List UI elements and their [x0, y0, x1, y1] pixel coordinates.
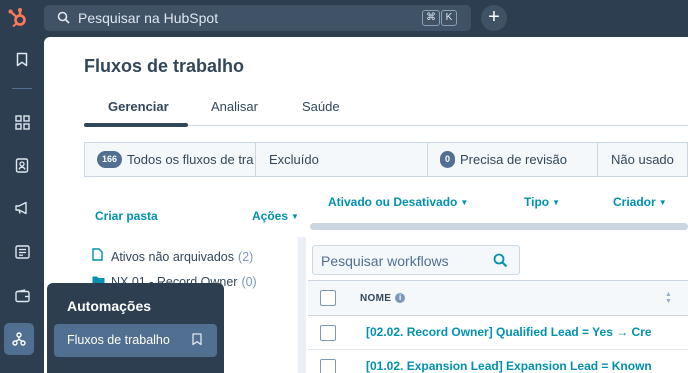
workflow-name-link[interactable]: [01.02. Expansion Lead] Expansion Lead =… — [366, 359, 652, 373]
folder-name: Ativos não arquivados — [111, 250, 234, 264]
horizontal-scrollbar[interactable] — [310, 223, 688, 230]
status-filter-dropdown[interactable]: Ativado ou Desativado ▼ — [328, 195, 468, 209]
bookmark-icon[interactable] — [10, 47, 34, 71]
global-search-placeholder: Pesquisar na HubSpot — [78, 10, 219, 26]
grid-icon[interactable] — [10, 110, 34, 134]
flyout-item-workflows[interactable]: Fluxos de trabalho — [54, 324, 217, 357]
bookmark-icon[interactable] — [192, 333, 202, 351]
document-icon — [92, 248, 106, 264]
type-filter-dropdown[interactable]: Tipo ▼ — [524, 195, 560, 209]
page-title: Fluxos de trabalho — [84, 56, 245, 76]
automations-flyout-menu: Automações Fluxos de trabalho — [47, 283, 224, 373]
view-label: Não usado — [611, 152, 674, 167]
search-icon[interactable] — [493, 253, 508, 271]
actions-label: Ações — [252, 209, 289, 223]
left-navigation-rail — [0, 37, 44, 373]
rail-divider — [12, 88, 32, 89]
contacts-icon[interactable] — [10, 153, 34, 177]
count-badge: 166 — [97, 151, 123, 168]
table-row: [02.02. Record Owner] Qualified Lead = Y… — [308, 316, 688, 350]
flyout-heading: Automações — [67, 298, 152, 314]
view-label: Precisa de revisão — [460, 152, 567, 167]
status-filter-label: Ativado ou Desativado — [328, 195, 458, 209]
caret-down-icon: ▼ — [291, 212, 299, 222]
caret-down-icon: ▼ — [460, 198, 469, 208]
view-filter-bar: 166 Todos os fluxos de tra Excluído 0 Pr… — [84, 142, 688, 177]
create-folder-button[interactable]: Criar pasta — [95, 209, 158, 223]
folder-count: (2) — [238, 250, 254, 264]
tab-analisar[interactable]: Analisar — [211, 99, 258, 114]
tab-saude[interactable]: Saúde — [302, 99, 340, 114]
wallet-icon[interactable] — [10, 284, 34, 308]
create-new-button[interactable]: + — [481, 5, 507, 31]
row-checkbox[interactable] — [320, 359, 336, 373]
caret-down-icon: ▼ — [552, 198, 561, 208]
info-icon[interactable]: i — [395, 293, 406, 304]
megaphone-icon[interactable] — [10, 196, 34, 220]
tab-gerenciar[interactable]: Gerenciar — [108, 99, 169, 114]
sort-icon[interactable]: ▲ ▼ — [665, 291, 672, 305]
view-needs-review[interactable]: 0 Precisa de revisão — [428, 143, 598, 176]
select-all-checkbox[interactable] — [320, 290, 336, 306]
table-header: NOME i ▲ ▼ — [308, 280, 688, 316]
workflow-search-input[interactable]: Pesquisar workflows — [312, 245, 520, 275]
type-filter-label: Tipo — [524, 195, 550, 209]
view-all-workflows[interactable]: 166 Todos os fluxos de tra — [85, 143, 256, 176]
active-tab-indicator — [84, 123, 188, 127]
top-nav-bar: Pesquisar na HubSpot ⌘ K + — [0, 0, 688, 37]
search-icon — [57, 11, 70, 27]
folder-count: (0) — [241, 275, 257, 289]
folder-item[interactable]: Ativos não arquivados (2) — [92, 248, 253, 264]
shortcut-key-cmd: ⌘ — [422, 10, 440, 26]
column-header-name-label: NOME — [360, 293, 392, 304]
row-checkbox[interactable] — [320, 325, 336, 341]
caret-down-icon: ▼ — [658, 198, 667, 208]
workflow-search-placeholder: Pesquisar workflows — [321, 253, 449, 269]
count-badge: 0 — [440, 151, 456, 168]
view-label: Excluído — [269, 152, 319, 167]
newspaper-icon[interactable] — [10, 240, 34, 264]
global-search-bar[interactable]: Pesquisar na HubSpot ⌘ K — [44, 5, 471, 31]
vertical-scrollbar[interactable] — [298, 237, 306, 373]
creator-filter-dropdown[interactable]: Criador ▼ — [613, 195, 667, 209]
hubspot-logo-icon[interactable] — [7, 7, 29, 29]
creator-filter-label: Criador — [613, 195, 656, 209]
table-row: [01.02. Expansion Lead] Expansion Lead =… — [308, 350, 688, 373]
view-deleted[interactable]: Excluído — [256, 143, 428, 176]
column-header-name[interactable]: NOME i — [360, 293, 406, 304]
view-unused[interactable]: Não usado — [598, 143, 688, 176]
workflow-name-link[interactable]: [02.02. Record Owner] Qualified Lead = Y… — [366, 325, 652, 339]
view-label: Todos os fluxos de tra — [127, 152, 254, 167]
workflow-icon[interactable] — [4, 323, 34, 355]
shortcut-key-k: K — [441, 10, 457, 26]
flyout-item-label: Fluxos de trabalho — [67, 333, 170, 347]
actions-dropdown[interactable]: Ações ▼ — [252, 209, 299, 223]
